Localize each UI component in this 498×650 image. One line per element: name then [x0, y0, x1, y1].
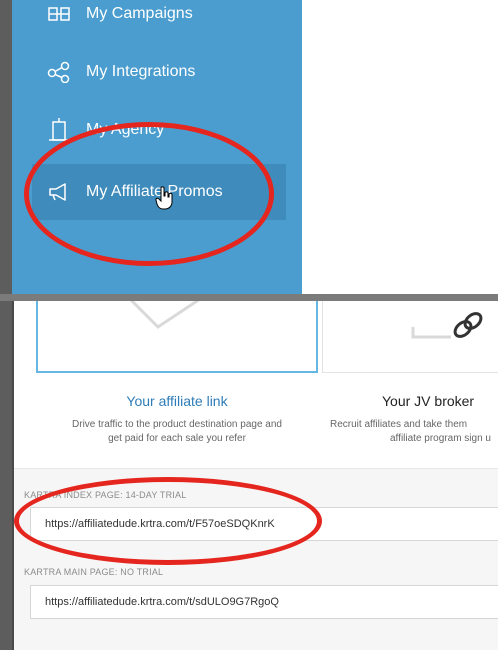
description-line: affiliate program sign u: [390, 433, 491, 444]
affiliate-link-description: Drive traffic to the product destination…: [36, 418, 318, 446]
link-label-no-trial: KARTRA MAIN PAGE: NO TRIAL: [24, 567, 164, 577]
description-line: Recruit affiliates and take them: [330, 419, 468, 430]
bottom-panel: Your affiliate link Drive traffic to the…: [12, 301, 498, 650]
annotation-circle: [14, 477, 322, 565]
description-line: Drive traffic to the product destination…: [72, 419, 282, 430]
annotation-circle: [24, 122, 274, 266]
jv-broker-title: Your JV broker: [382, 393, 475, 409]
integrations-icon: [46, 61, 72, 83]
sidebar-item-label: My Integrations: [86, 63, 196, 80]
divider: [0, 294, 498, 301]
affiliate-link-title: Your affiliate link: [126, 393, 228, 409]
top-panel: My Campaigns My Integrations My Agency M…: [12, 0, 498, 294]
panel-edge: [12, 301, 14, 650]
affiliate-url-field[interactable]: https://affiliatedude.krtra.com/t/sdULO9…: [30, 585, 498, 619]
sidebar-item-label: My Campaigns: [86, 5, 193, 22]
link-icon: [411, 312, 483, 339]
campaigns-icon: [46, 3, 72, 25]
jv-broker-description: Recruit affiliates and take them affilia…: [330, 418, 498, 446]
screenshot-stage: My Campaigns My Integrations My Agency M…: [0, 0, 498, 650]
sidebar-item-integrations[interactable]: My Integrations: [32, 44, 286, 100]
jv-broker-card[interactable]: [322, 301, 498, 373]
affiliate-link-card[interactable]: [36, 301, 318, 373]
tag-icon: [129, 301, 200, 329]
description-line: get paid for each sale you refer: [108, 433, 246, 444]
sidebar-item-campaigns[interactable]: My Campaigns: [32, 0, 286, 42]
